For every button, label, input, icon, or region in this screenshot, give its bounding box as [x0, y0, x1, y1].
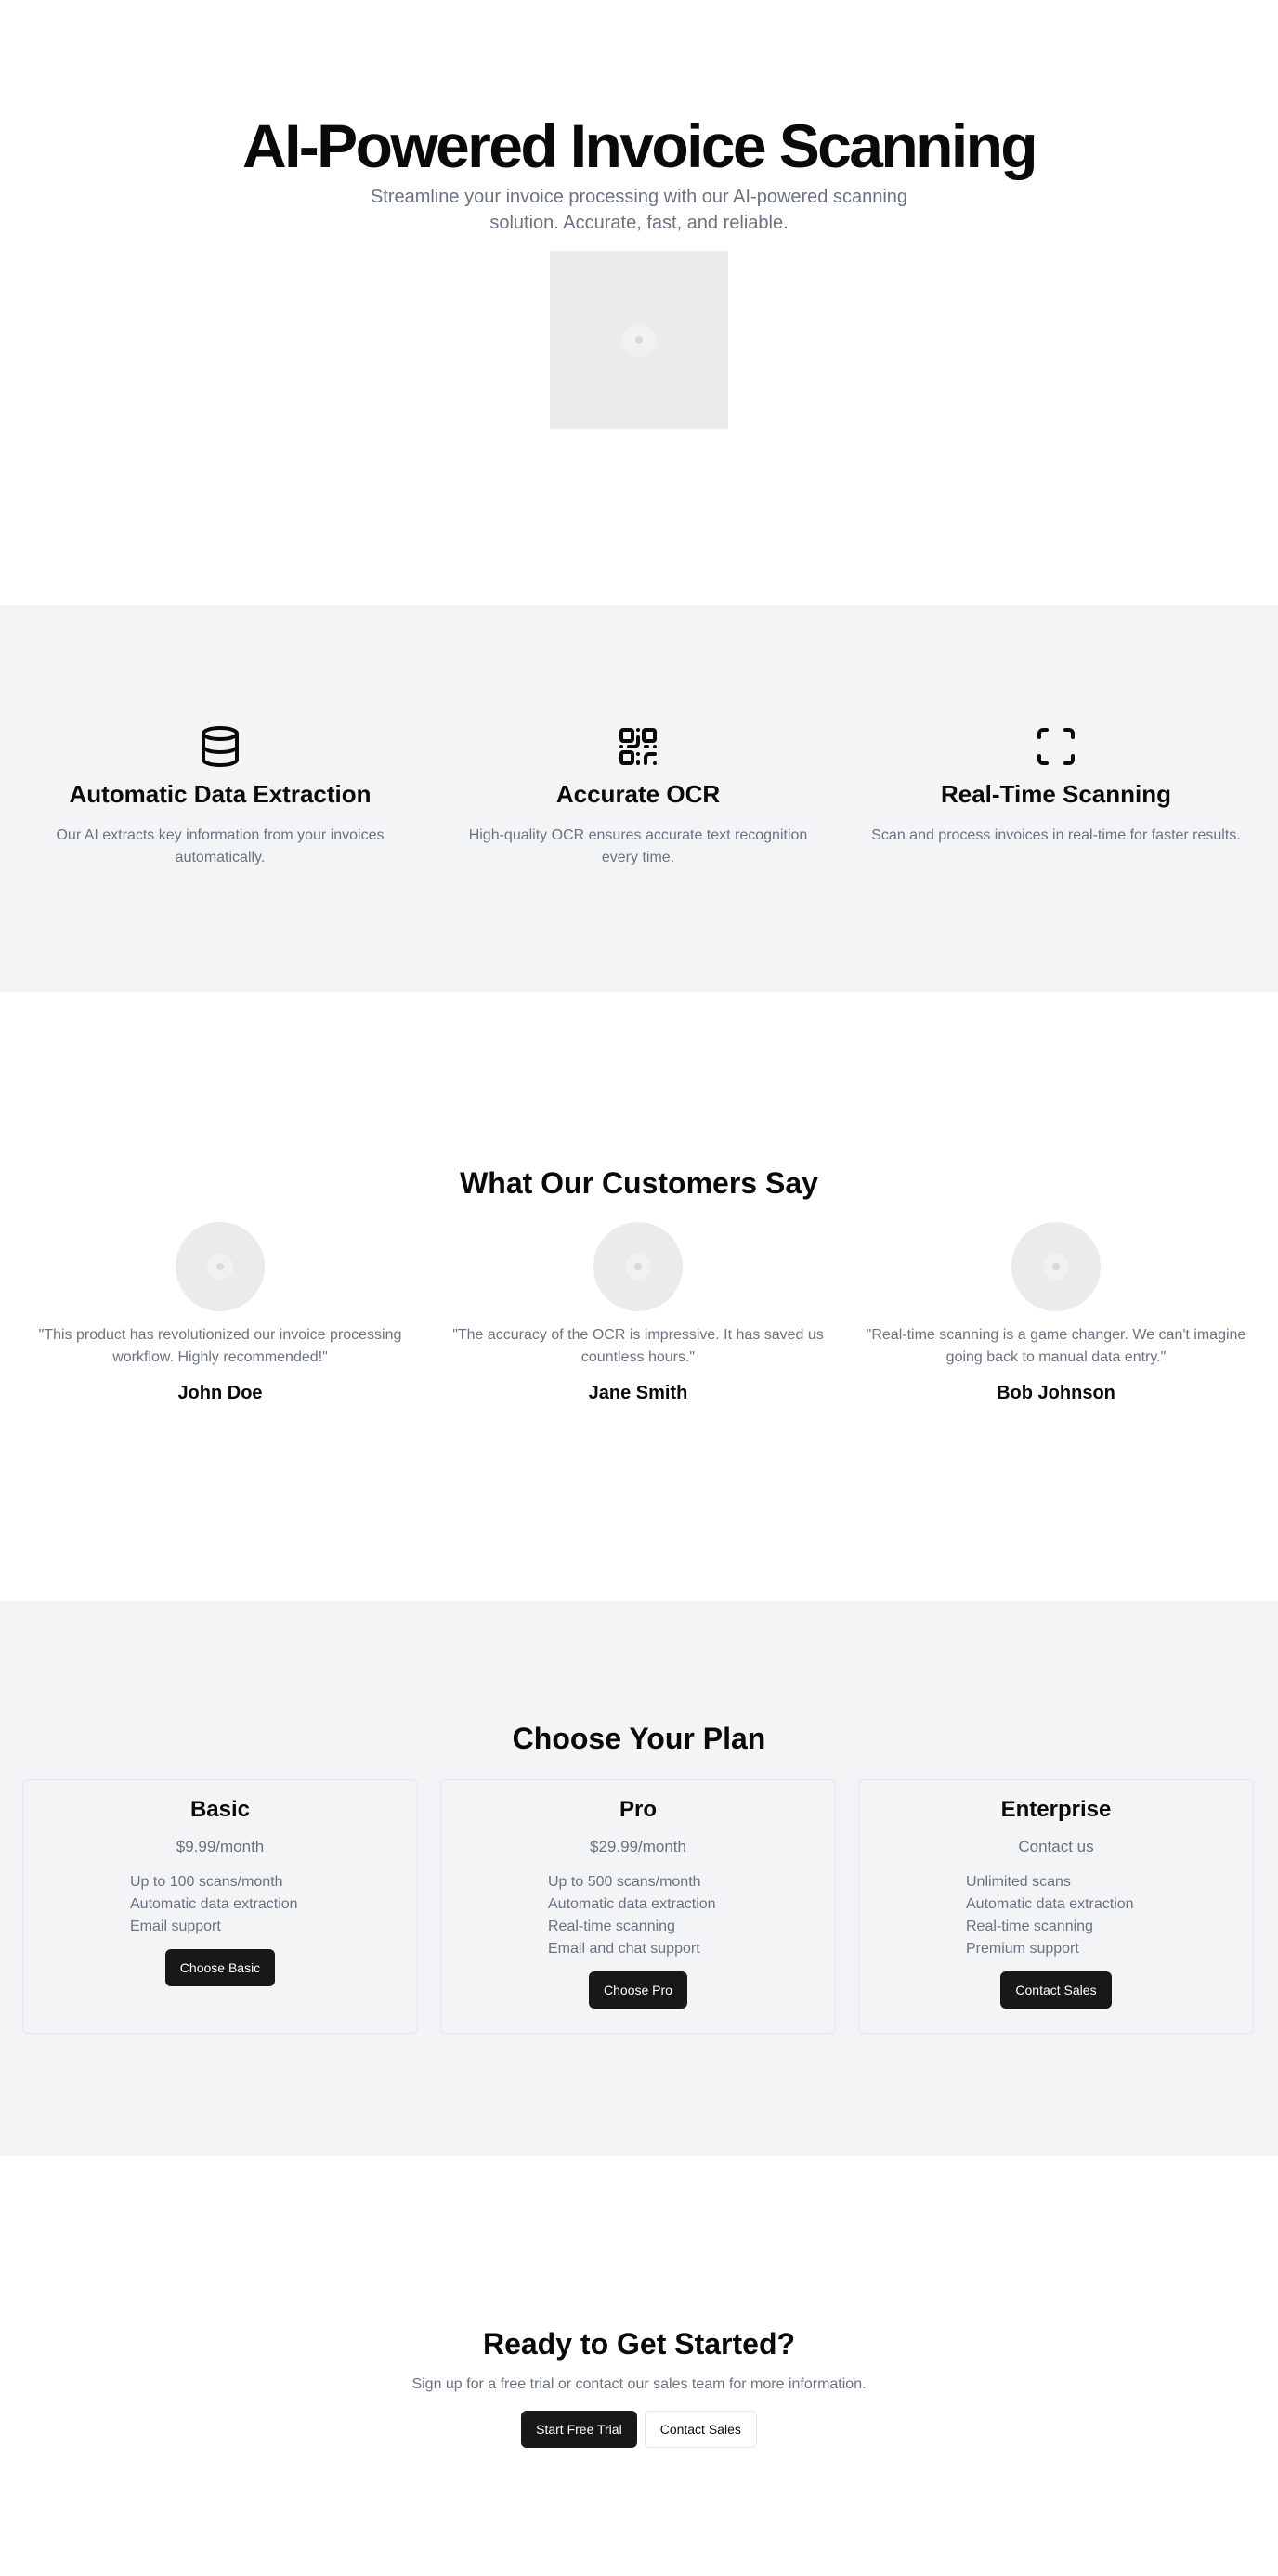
- feature-title: Automatic Data Extraction: [69, 780, 372, 808]
- feature-title: Accurate OCR: [555, 780, 721, 808]
- plan-feature: Automatic data extraction: [130, 1896, 298, 1912]
- pricing-section: Choose Your Plan Basic $9.99/month Up to…: [0, 1601, 1278, 2156]
- hero-subtitle: Streamline your invoice processing with …: [370, 187, 908, 233]
- feature-item: Automatic Data Extraction Our AI extract…: [11, 724, 429, 992]
- cta-button-group: Start Free Trial Contact Sales: [521, 2411, 757, 2448]
- plan-feature-list: Up to 100 scans/month Automatic data ext…: [130, 1871, 310, 1938]
- image-placeholder-icon: [625, 1254, 651, 1280]
- choose-pro-button[interactable]: Choose Pro: [589, 1971, 687, 2009]
- scan-frame-icon: [1037, 728, 1075, 765]
- plan-feature-list: Up to 500 scans/month Automatic data ext…: [548, 1871, 728, 1960]
- plan-name: Enterprise: [1000, 1797, 1112, 1822]
- plan-feature: Email and chat support: [548, 1941, 700, 1957]
- image-placeholder-icon: [1043, 1254, 1069, 1280]
- plan-feature: Automatic data extraction: [966, 1896, 1134, 1912]
- avatar: [1011, 1222, 1101, 1311]
- image-placeholder-icon: [622, 323, 656, 357]
- plan-card-basic: Basic $9.99/month Up to 100 scans/month …: [22, 1779, 418, 2034]
- plan-feature: Real-time scanning: [966, 1919, 1093, 1934]
- contact-sales-button[interactable]: Contact Sales: [1000, 1971, 1112, 2009]
- plan-name: Basic: [189, 1797, 251, 1822]
- feature-description: High-quality OCR ensures accurate text r…: [468, 827, 808, 865]
- plan-price: Contact us: [1018, 1838, 1094, 1855]
- feature-description: Our AI extracts key information from you…: [56, 827, 385, 865]
- plan-name: Pro: [619, 1797, 657, 1822]
- testimonial-author: John Doe: [177, 1383, 263, 1403]
- feature-item: Real-Time Scanning Scan and process invo…: [847, 724, 1265, 992]
- avatar: [593, 1222, 683, 1311]
- testimonials-section: What Our Customers Say "This product has…: [0, 992, 1278, 1601]
- cta-contact-sales-button[interactable]: Contact Sales: [644, 2411, 757, 2448]
- plan-list: Basic $9.99/month Up to 100 scans/month …: [0, 1779, 1278, 2034]
- start-free-trial-button[interactable]: Start Free Trial: [521, 2411, 637, 2448]
- feature-title: Real-Time Scanning: [940, 780, 1172, 808]
- plan-feature: Up to 100 scans/month: [130, 1874, 283, 1890]
- features-section: Automatic Data Extraction Our AI extract…: [0, 605, 1278, 992]
- avatar: [176, 1222, 265, 1311]
- qr-code-icon: [619, 728, 657, 766]
- plan-feature: Real-time scanning: [548, 1919, 675, 1934]
- cta-section: Ready to Get Started? Sign up for a free…: [0, 2156, 1278, 2576]
- testimonial-card: "This product has revolutionized our inv…: [11, 1222, 429, 1406]
- plan-feature-list: Unlimited scans Automatic data extractio…: [966, 1871, 1146, 1960]
- feature-description: Scan and process invoices in real-time f…: [871, 827, 1241, 843]
- pricing-title: Choose Your Plan: [512, 1722, 766, 1755]
- hero-title: AI-Powered Invoice Scanning: [242, 111, 1038, 180]
- database-icon: [202, 726, 239, 767]
- testimonial-card: "The accuracy of the OCR is impressive. …: [429, 1222, 847, 1406]
- image-placeholder-icon: [207, 1254, 233, 1280]
- plan-card-enterprise: Enterprise Contact us Unlimited scans Au…: [858, 1779, 1254, 2034]
- testimonials-title: What Our Customers Say: [460, 1166, 818, 1200]
- feature-item: Accurate OCR High-quality OCR ensures ac…: [429, 724, 847, 992]
- cta-title: Ready to Get Started?: [482, 2327, 796, 2361]
- plan-feature: Up to 500 scans/month: [548, 1874, 701, 1890]
- hero-image: [550, 251, 728, 429]
- choose-basic-button[interactable]: Choose Basic: [164, 1949, 276, 1986]
- testimonial-quote: "This product has revolutionized our inv…: [38, 1327, 402, 1365]
- testimonial-author: Bob Johnson: [997, 1383, 1115, 1403]
- testimonial-quote: "The accuracy of the OCR is impressive. …: [452, 1327, 824, 1365]
- plan-feature: Unlimited scans: [966, 1874, 1071, 1890]
- plan-card-pro: Pro $29.99/month Up to 500 scans/month A…: [440, 1779, 836, 2034]
- testimonial-quote: "Real-time scanning is a game changer. W…: [866, 1327, 1246, 1365]
- testimonial-author: Jane Smith: [588, 1383, 688, 1403]
- plan-feature: Automatic data extraction: [548, 1896, 716, 1912]
- hero-section: AI-Powered Invoice Scanning Streamline y…: [0, 0, 1278, 605]
- testimonial-list: "This product has revolutionized our inv…: [0, 1222, 1278, 1406]
- plan-feature: Premium support: [966, 1941, 1079, 1957]
- cta-description: Sign up for a free trial or contact our …: [411, 2376, 867, 2392]
- plan-price: $9.99/month: [176, 1838, 265, 1855]
- plan-feature: Email support: [130, 1919, 221, 1934]
- plan-price: $29.99/month: [590, 1838, 686, 1855]
- testimonial-card: "Real-time scanning is a game changer. W…: [847, 1222, 1265, 1406]
